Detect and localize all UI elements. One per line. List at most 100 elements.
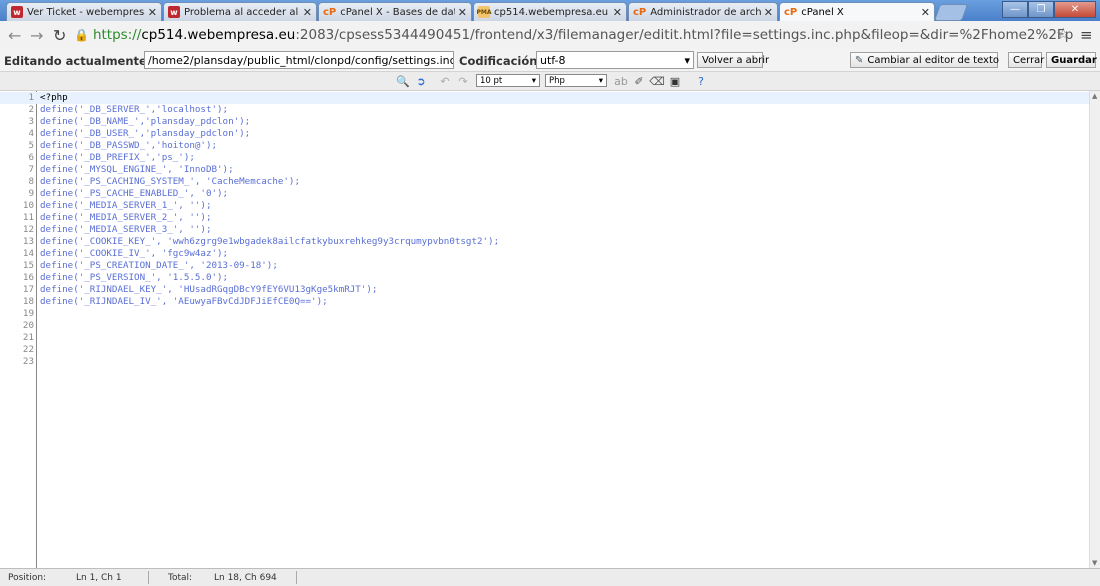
- scroll-up-icon[interactable]: ▲: [1092, 92, 1097, 100]
- close-tab-icon[interactable]: ✕: [303, 6, 312, 19]
- syntax-select[interactable]: Php ▾: [545, 74, 607, 87]
- reopen-button[interactable]: Volver a abrir: [697, 52, 769, 68]
- encoding-select[interactable]: utf-8 ▾: [536, 51, 694, 69]
- editing-label: Editando actualmente :: [4, 54, 156, 68]
- code-text: define('_DB_PREFIX_','ps_');: [40, 152, 195, 163]
- line-number: 13: [22, 236, 34, 247]
- search-icon[interactable]: 🔍: [396, 74, 410, 88]
- code-line[interactable]: 19: [0, 308, 1089, 320]
- code-line[interactable]: 21: [0, 332, 1089, 344]
- url-field[interactable]: 🔒 https://cp514.webempresa.eu:2083/cpses…: [74, 24, 1074, 45]
- close-tab-icon[interactable]: ✕: [148, 6, 157, 19]
- new-tab-button[interactable]: [933, 4, 969, 21]
- line-number: 19: [22, 308, 34, 319]
- line-number: 23: [22, 356, 34, 367]
- line-number: 14: [22, 248, 34, 259]
- close-tab-icon[interactable]: ✕: [458, 6, 467, 19]
- chevron-down-icon: ▾: [531, 75, 536, 86]
- font-size-select[interactable]: 10 pt ▾: [476, 74, 540, 87]
- line-number: 11: [22, 212, 34, 223]
- lock-icon: 🔒: [74, 27, 89, 42]
- close-tab-icon[interactable]: ✕: [921, 6, 930, 19]
- help-icon[interactable]: ?: [694, 74, 708, 88]
- webempresa-icon: w: [11, 6, 23, 18]
- code-text: define('_MEDIA_SERVER_2_', '');: [40, 212, 212, 223]
- code-line[interactable]: 8 define('_PS_CACHING_SYSTEM_', 'CacheMem…: [0, 176, 1089, 188]
- address-bar: ← → ↻ 🔒 https://cp514.webempresa.eu:2083…: [0, 21, 1100, 50]
- fullscreen-icon[interactable]: ▣: [668, 74, 682, 88]
- reset-highlight-icon[interactable]: ✐: [632, 74, 646, 88]
- code-text: define('_RIJNDAEL_IV_', 'AEuwyaFBvCdJDFJ…: [40, 296, 328, 307]
- line-number: 1: [28, 92, 34, 103]
- bookmark-star-icon[interactable]: ☆: [1056, 24, 1070, 43]
- total-value: Ln 18, Ch 694: [214, 573, 277, 583]
- line-number: 12: [22, 224, 34, 235]
- code-line[interactable]: 9 define('_PS_CACHE_ENABLED_', '0');: [0, 188, 1089, 200]
- code-line[interactable]: 17 define('_RIJNDAEL_KEY_', 'HUsadRGqgDBc…: [0, 284, 1089, 296]
- tab-problema-acceder[interactable]: w Problema al acceder al Ba ✕: [163, 2, 317, 21]
- undo-icon[interactable]: ↶: [438, 74, 452, 88]
- save-button[interactable]: Guardar: [1046, 52, 1097, 68]
- back-arrow-icon[interactable]: ←: [8, 26, 21, 45]
- go-to-line-icon[interactable]: ➲: [414, 74, 428, 88]
- code-editor[interactable]: 1 <?php 2 define('_DB_SERVER_','localhost')…: [0, 91, 1089, 568]
- webempresa-icon: w: [168, 6, 180, 18]
- close-window-icon[interactable]: ✕: [1054, 1, 1096, 18]
- code-text: define('_DB_SERVER_','localhost');: [40, 104, 229, 115]
- code-text: define('_PS_CREATION_DATE_', '2013-09-18…: [40, 260, 278, 271]
- close-tab-icon[interactable]: ✕: [613, 6, 622, 19]
- code-line[interactable]: 22: [0, 344, 1089, 356]
- line-number: 16: [22, 272, 34, 283]
- highlight-icon[interactable]: ab: [614, 74, 628, 88]
- tab-ver-ticket[interactable]: w Ver Ticket - webempresa. ✕: [6, 2, 162, 21]
- code-line[interactable]: 20: [0, 320, 1089, 332]
- redo-icon[interactable]: ↷: [456, 74, 470, 88]
- restore-icon[interactable]: ❐: [1028, 1, 1054, 18]
- code-line[interactable]: 23: [0, 356, 1089, 368]
- code-line[interactable]: 15 define('_PS_CREATION_DATE_', '2013-09-…: [0, 260, 1089, 272]
- status-divider: [148, 571, 149, 584]
- code-text: define('_DB_PASSWD_','hoiton@');: [40, 140, 218, 151]
- line-number: 6: [28, 152, 34, 163]
- code-line[interactable]: 10 define('_MEDIA_SERVER_1_', '');: [0, 200, 1089, 212]
- code-line[interactable]: 3 define('_DB_NAME_','plansday_pdclon');: [0, 116, 1089, 128]
- code-line[interactable]: 4 define('_DB_USER_','plansday_pdclon');: [0, 128, 1089, 140]
- browser-menu-icon[interactable]: ≡: [1080, 26, 1093, 44]
- browser-tab-strip: w Ver Ticket - webempresa. ✕ w Problema …: [0, 0, 1100, 21]
- code-line[interactable]: 14 define('_COOKIE_IV_', 'fgc9w4az');: [0, 248, 1089, 260]
- eraser-icon[interactable]: ⌫: [649, 74, 665, 88]
- tab-cpanel-bases-datos[interactable]: cP cPanel X - Bases de datos ✕: [318, 2, 472, 21]
- switch-editor-button[interactable]: ✎ Cambiar al editor de texto: [850, 52, 999, 68]
- code-text: define('_MYSQL_ENGINE_', 'InnoDB');: [40, 164, 234, 175]
- minimize-icon[interactable]: —: [1002, 1, 1028, 18]
- forward-arrow-icon[interactable]: →: [30, 26, 43, 45]
- chevron-down-icon: ▾: [684, 54, 690, 67]
- line-number: 20: [22, 320, 34, 331]
- code-line[interactable]: 13 define('_COOKIE_KEY_', 'wwh6zgrg9e1wbg…: [0, 236, 1089, 248]
- edit-icon: ✎: [855, 54, 864, 66]
- scroll-down-icon[interactable]: ▼: [1092, 559, 1097, 567]
- close-button[interactable]: Cerrar: [1008, 52, 1044, 68]
- reload-icon[interactable]: ↻: [53, 26, 66, 45]
- code-line[interactable]: 2 define('_DB_SERVER_','localhost');: [0, 104, 1089, 116]
- code-line[interactable]: 7 define('_MYSQL_ENGINE_', 'InnoDB');: [0, 164, 1089, 176]
- code-line[interactable]: 18 define('_RIJNDAEL_IV_', 'AEuwyaFBvCdJD…: [0, 296, 1089, 308]
- tab-phpmyadmin[interactable]: PMA cp514.webempresa.eu / lo ✕: [473, 2, 627, 21]
- total-label: Total:: [168, 573, 193, 583]
- editor-toolbar: 🔍 ➲ ↶ ↷ 10 pt ▾ Php ▾ ab ✐ ⌫ ▣ ?: [0, 72, 1100, 91]
- cpanel-icon: cP: [633, 6, 647, 18]
- tab-cpanel-x[interactable]: cP cPanel X ✕: [779, 2, 935, 21]
- file-path-field[interactable]: /home2/plansday/public_html/clonpd/confi…: [144, 51, 454, 69]
- code-line[interactable]: 16 define('_PS_VERSION_', '1.5.5.0');: [0, 272, 1089, 284]
- code-line[interactable]: 6 define('_DB_PREFIX_','ps_');: [0, 152, 1089, 164]
- code-line[interactable]: 1 <?php: [0, 92, 1089, 104]
- line-number: 4: [28, 128, 34, 139]
- close-tab-icon[interactable]: ✕: [764, 6, 773, 19]
- code-line[interactable]: 11 define('_MEDIA_SERVER_2_', '');: [0, 212, 1089, 224]
- code-line[interactable]: 5 define('_DB_PASSWD_','hoiton@');: [0, 140, 1089, 152]
- vertical-scrollbar[interactable]: ▲ ▼: [1089, 91, 1100, 568]
- tab-administrador-archivos[interactable]: cP Administrador de archivos ✕: [628, 2, 778, 21]
- code-line[interactable]: 12 define('_MEDIA_SERVER_3_', '');: [0, 224, 1089, 236]
- code-text: define('_MEDIA_SERVER_3_', '');: [40, 224, 212, 235]
- line-number: 2: [28, 104, 34, 115]
